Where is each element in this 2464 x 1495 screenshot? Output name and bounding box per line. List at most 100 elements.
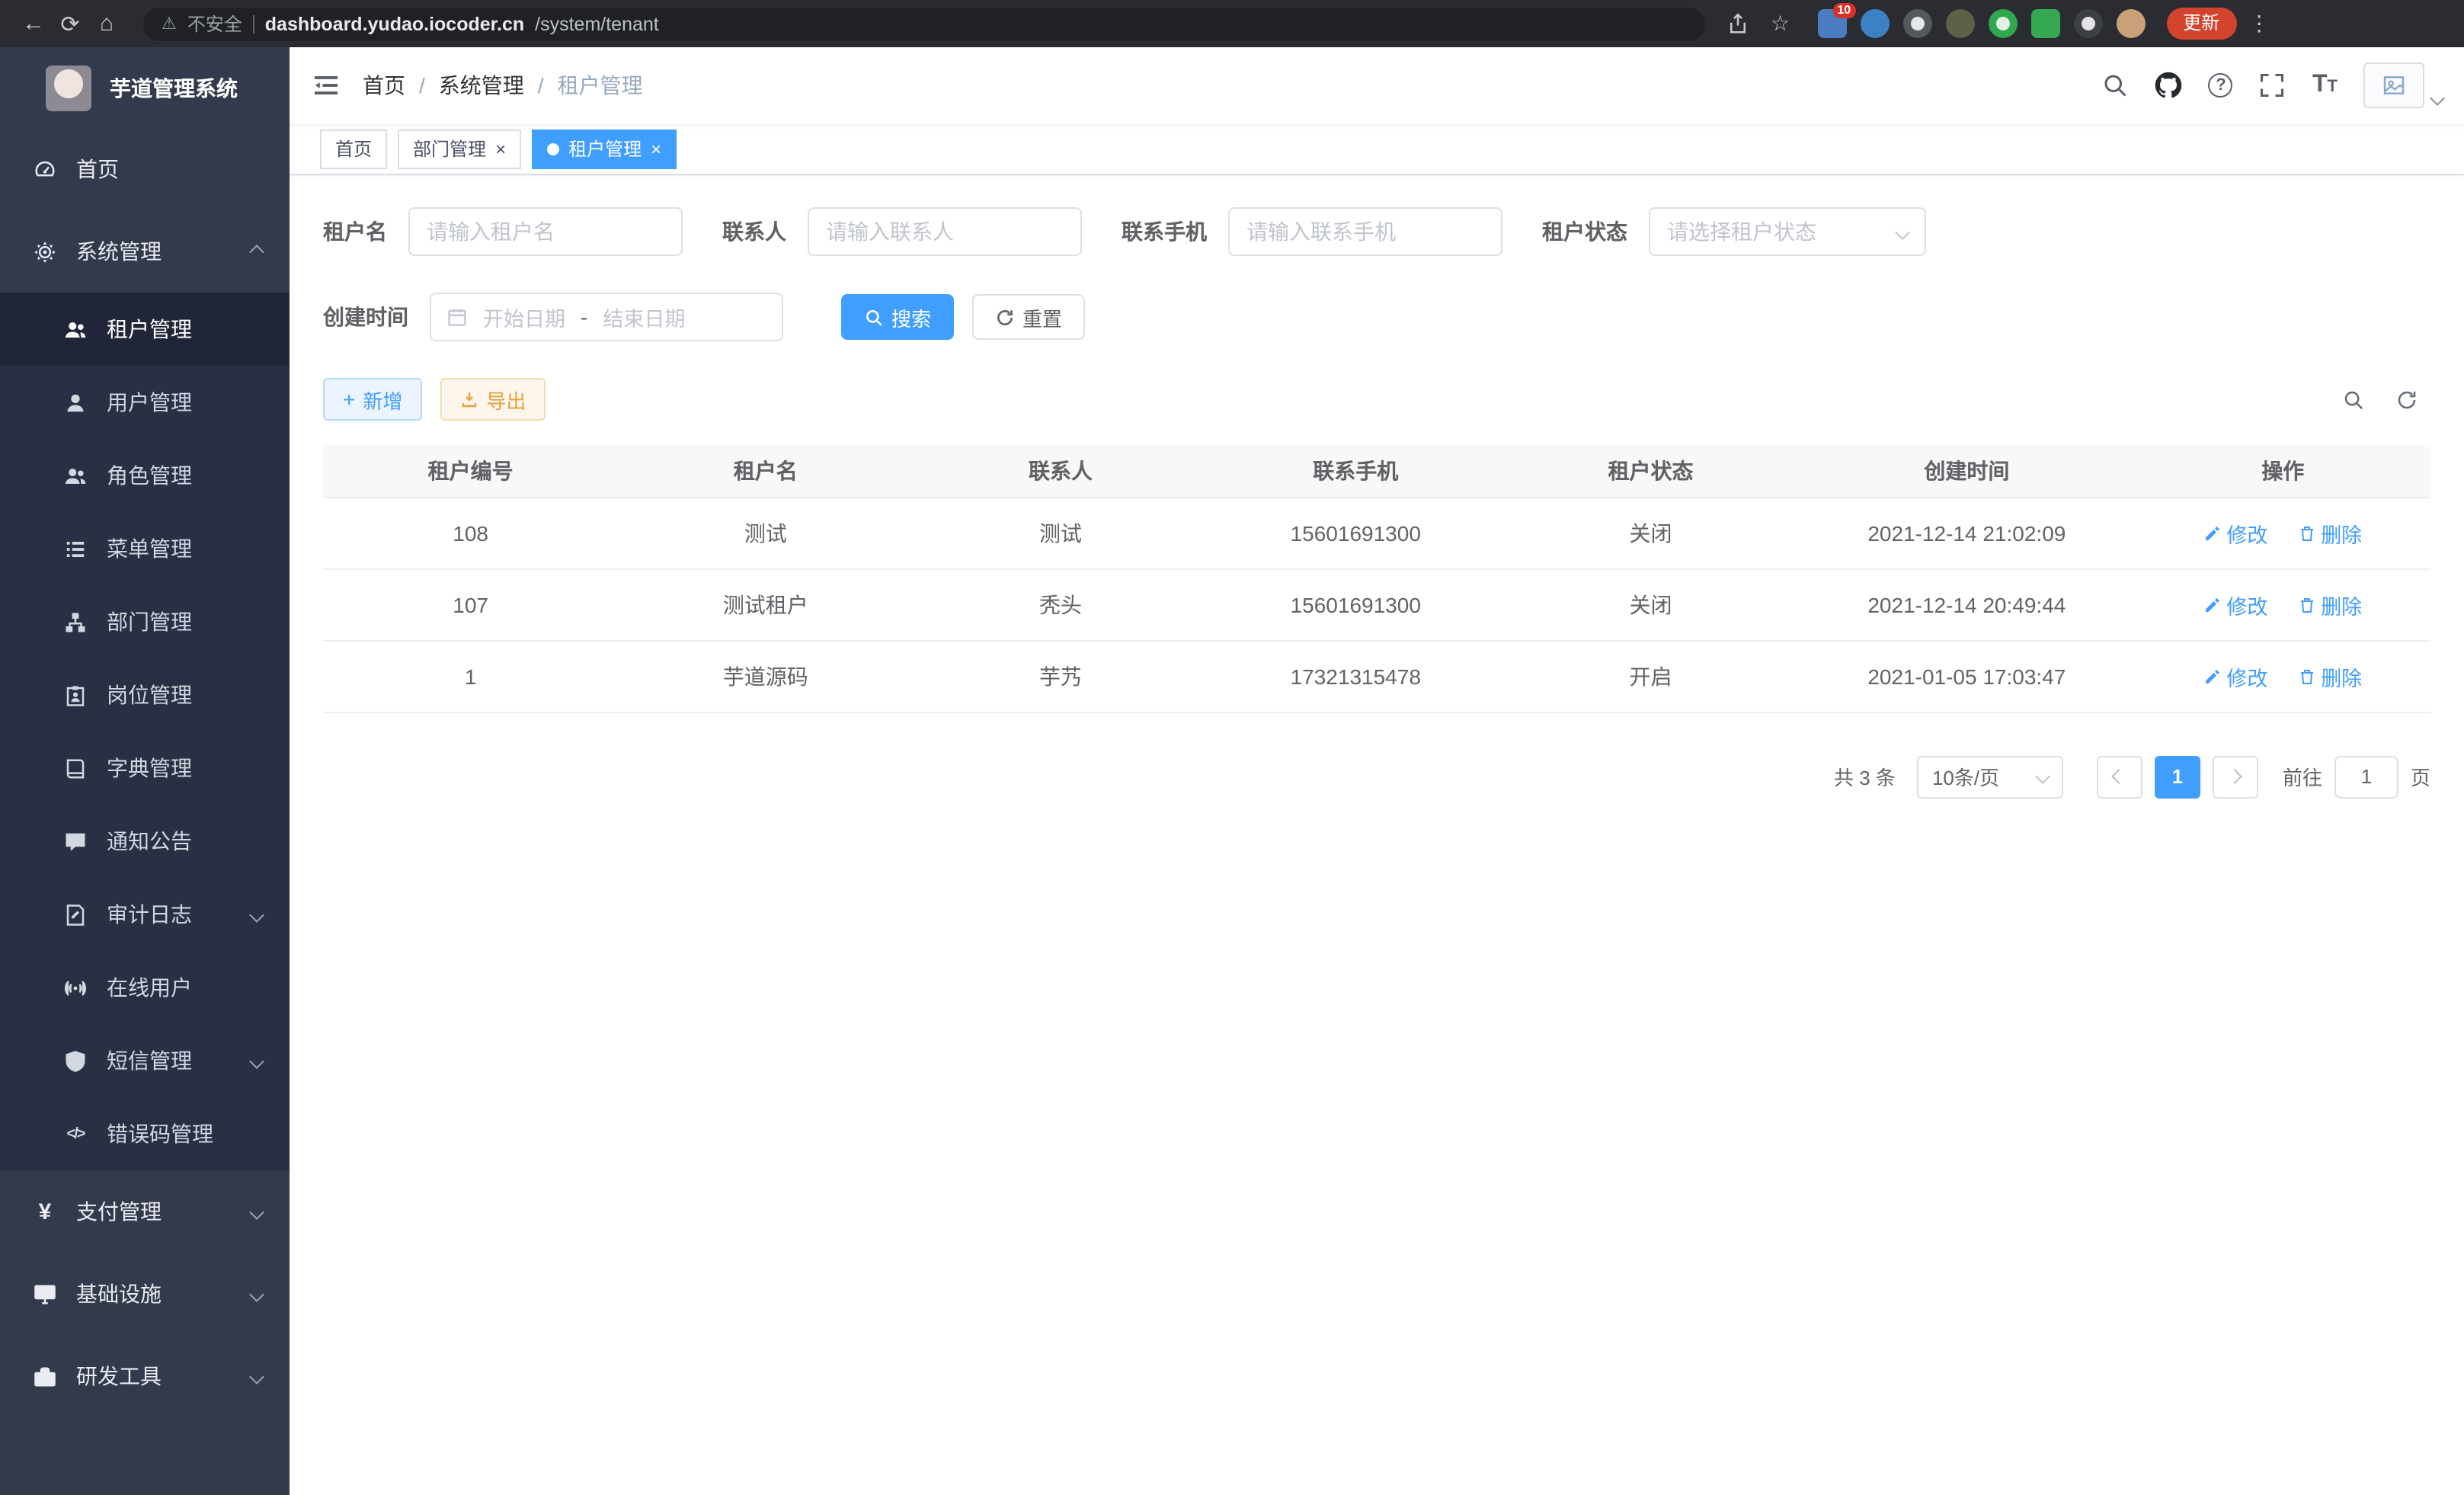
- fullscreen-icon[interactable]: [2259, 72, 2286, 99]
- badge-icon: [64, 683, 87, 706]
- page-unit-label: 页: [2411, 762, 2430, 791]
- sidebar-item-notice[interactable]: 通知公告: [0, 805, 290, 878]
- sidebar-item-error-code[interactable]: </> 错误码管理: [0, 1097, 290, 1170]
- app-title: 芋道管理系统: [110, 72, 238, 103]
- search-button[interactable]: 搜索: [841, 294, 954, 340]
- extension-icon-2[interactable]: [1860, 9, 1889, 38]
- close-icon[interactable]: ×: [495, 139, 506, 158]
- sidebar-item-user[interactable]: 用户管理: [0, 366, 290, 439]
- yen-icon: ¥: [34, 1199, 56, 1224]
- col-contact: 联系人: [913, 445, 1208, 497]
- sidebar-item-menu[interactable]: 菜单管理: [0, 512, 290, 585]
- tab-dept[interactable]: 部门管理 ×: [398, 129, 521, 168]
- tenant-table: 租户编号 租户名 联系人 联系手机 租户状态 创建时间 操作 108 测试 测试…: [323, 445, 2430, 712]
- trash-icon: [2298, 595, 2316, 613]
- breadcrumb-home[interactable]: 首页: [363, 70, 405, 101]
- breadcrumb-system[interactable]: 系统管理: [439, 70, 524, 101]
- tenant-name-input[interactable]: [408, 207, 683, 256]
- tab-tenant[interactable]: 租户管理 ×: [532, 129, 677, 168]
- bookmark-star-icon[interactable]: ☆: [1771, 11, 1790, 37]
- contact-input[interactable]: [808, 207, 1082, 256]
- sidebar-item-audit-log[interactable]: 审计日志: [0, 878, 290, 951]
- page-1-button[interactable]: 1: [2155, 755, 2200, 798]
- cell-create-time: 2021-01-05 17:03:47: [1798, 640, 2136, 712]
- col-phone: 联系手机: [1208, 445, 1503, 497]
- sidebar-item-label: 菜单管理: [107, 533, 192, 564]
- next-page-button[interactable]: [2213, 755, 2258, 798]
- delete-link[interactable]: 删除: [2298, 589, 2362, 619]
- sidebar-item-label: 岗位管理: [107, 680, 192, 710]
- font-size-icon[interactable]: TT: [2312, 73, 2338, 98]
- divider: [253, 14, 254, 33]
- update-button[interactable]: 更新: [2166, 8, 2236, 40]
- user-icon: [64, 391, 87, 414]
- hamburger-icon[interactable]: [290, 72, 363, 99]
- edit-link[interactable]: 修改: [2203, 517, 2267, 548]
- refresh-table-icon[interactable]: [2395, 388, 2418, 411]
- home-icon[interactable]: ⌂: [88, 11, 125, 37]
- help-icon[interactable]: ?: [2209, 73, 2233, 98]
- goto-page-input[interactable]: [2334, 755, 2398, 798]
- date-range-picker[interactable]: 开始日期 - 结束日期: [430, 293, 783, 341]
- log-edit-icon: [64, 903, 87, 926]
- chevron-down-icon: [249, 1286, 264, 1301]
- sidebar-item-home[interactable]: 首页: [0, 128, 290, 210]
- delete-link[interactable]: 删除: [2298, 517, 2362, 548]
- sidebar-item-dept[interactable]: 部门管理: [0, 585, 290, 658]
- cell-actions: 修改 删除: [2136, 640, 2430, 712]
- extension-icon-5[interactable]: [1988, 9, 2017, 38]
- toggle-search-icon[interactable]: [2342, 388, 2365, 411]
- close-icon[interactable]: ×: [651, 139, 661, 158]
- sidebar-item-system[interactable]: 系统管理: [0, 210, 290, 293]
- add-button[interactable]: + 新增: [323, 378, 422, 421]
- edit-link[interactable]: 修改: [2203, 661, 2267, 691]
- page-size-select[interactable]: 10条/页: [1917, 755, 2063, 798]
- sidebar-item-devtools[interactable]: 研发工具: [0, 1335, 290, 1417]
- sidebar-item-sms[interactable]: 短信管理: [0, 1024, 290, 1097]
- browser-menu-icon[interactable]: ⋮: [2248, 11, 2270, 37]
- col-create-time: 创建时间: [1798, 445, 2136, 497]
- cell-contact: 秃头: [913, 568, 1208, 640]
- sidebar-item-infra[interactable]: 基础设施: [0, 1253, 290, 1335]
- breadcrumb: 首页 / 系统管理 / 租户管理: [363, 70, 643, 101]
- sidebar-item-label: 基础设施: [76, 1279, 162, 1309]
- sidebar-item-post[interactable]: 岗位管理: [0, 658, 290, 731]
- tenant-name-label: 租户名: [323, 216, 408, 247]
- prev-page-button[interactable]: [2097, 755, 2142, 798]
- sidebar-item-label: 研发工具: [76, 1361, 162, 1391]
- github-icon[interactable]: [2155, 72, 2183, 99]
- user-avatar[interactable]: [2363, 62, 2443, 108]
- browser-toolbar: ← ⟳ ⌂ ⚠ 不安全 dashboard.yudao.iocoder.cn/s…: [0, 0, 2464, 47]
- breadcrumb-current: 租户管理: [558, 70, 643, 101]
- export-button[interactable]: 导出: [440, 378, 546, 421]
- edit-link[interactable]: 修改: [2203, 589, 2267, 619]
- table-header-row: 租户编号 租户名 联系人 联系手机 租户状态 创建时间 操作: [323, 445, 2430, 497]
- share-icon[interactable]: [1726, 12, 1749, 35]
- org-tree-icon: [64, 610, 87, 633]
- delete-link[interactable]: 删除: [2298, 661, 2362, 691]
- extension-icon-6[interactable]: [2030, 9, 2059, 38]
- goto-label: 前往: [2283, 762, 2322, 791]
- extension-icon-3[interactable]: [1902, 9, 1931, 38]
- sidebar-item-online-users[interactable]: 在线用户: [0, 951, 290, 1024]
- search-icon[interactable]: [2102, 72, 2130, 99]
- sidebar-item-role[interactable]: 角色管理: [0, 439, 290, 512]
- trash-icon: [2298, 667, 2316, 685]
- tab-home[interactable]: 首页: [320, 129, 387, 168]
- cell-phone: 15601691300: [1208, 497, 1503, 568]
- status-select[interactable]: 请选择租户状态: [1649, 207, 1926, 256]
- reset-button[interactable]: 重置: [972, 294, 1085, 340]
- col-tenant-name: 租户名: [618, 445, 913, 497]
- list-icon: [64, 537, 87, 560]
- extension-icon-4[interactable]: [1945, 9, 1974, 38]
- sidebar-item-tenant[interactable]: 租户管理: [0, 293, 290, 366]
- address-bar[interactable]: ⚠ 不安全 dashboard.yudao.iocoder.cn/system/…: [143, 7, 1705, 40]
- phone-input[interactable]: [1228, 207, 1502, 256]
- extension-icon-1[interactable]: 10: [1817, 9, 1846, 38]
- extension-icon-7[interactable]: [2073, 9, 2102, 38]
- reload-icon[interactable]: ⟳: [52, 10, 88, 37]
- profile-avatar-icon[interactable]: [2116, 9, 2145, 38]
- sidebar-item-dict[interactable]: 字典管理: [0, 731, 290, 805]
- back-icon[interactable]: ←: [15, 11, 52, 37]
- sidebar-item-payment[interactable]: ¥ 支付管理: [0, 1170, 290, 1253]
